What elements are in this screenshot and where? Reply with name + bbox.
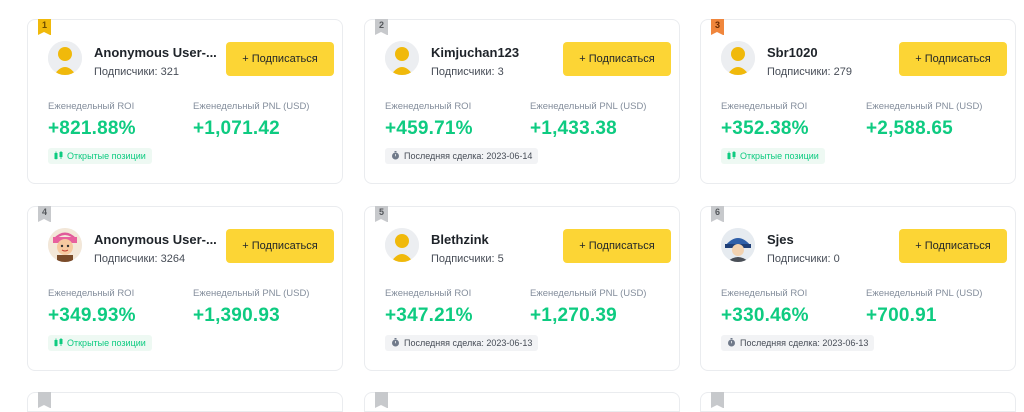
weekly-roi-value: +347.21% [385, 305, 473, 326]
subscribe-button[interactable]: + Подписаться [226, 229, 334, 263]
badge-text: Открытые позиции [67, 151, 146, 161]
weekly-roi-value: +459.71% [385, 118, 473, 139]
weekly-roi-label: Еженедельный ROI [48, 101, 135, 112]
weekly-roi-label: Еженедельный ROI [721, 101, 808, 112]
badge-text: Последняя сделка: 2023-06-13 [404, 338, 533, 348]
last-trade-badge: Последняя сделка: 2023-06-13 [721, 335, 875, 352]
subscribers-count: Подписчики: 0 [767, 253, 840, 265]
weekly-pnl-label: Еженедельный PNL (USD) [530, 288, 647, 299]
trader-card-partial[interactable] [27, 392, 343, 412]
weekly-roi-label: Еженедельный ROI [48, 288, 135, 299]
trader-card-partial[interactable] [700, 392, 1016, 412]
rank-badge: 3 [711, 19, 724, 35]
trader-card[interactable]: 5 Blethzink Подписчики: 5 + Подписаться … [364, 206, 680, 371]
rank-badge: 1 [38, 19, 51, 35]
trader-name[interactable]: Anonymous User-... [94, 232, 217, 247]
last-trade-badge: Последняя сделка: 2023-06-14 [385, 148, 539, 165]
rank-badge: 2 [375, 19, 388, 35]
weekly-roi-value: +349.93% [48, 305, 136, 326]
weekly-roi-label: Еженедельный ROI [385, 101, 472, 112]
rank-badge [38, 392, 51, 408]
rank-badge: 4 [38, 206, 51, 222]
subscribers-count: Подписчики: 3 [431, 66, 504, 78]
weekly-pnl-label: Еженедельный PNL (USD) [193, 288, 310, 299]
trader-name[interactable]: Sjes [767, 232, 794, 247]
rank-badge: 5 [375, 206, 388, 222]
default-avatar-icon [385, 41, 419, 75]
weekly-roi-label: Еженедельный ROI [385, 288, 472, 299]
candles-icon [54, 149, 63, 165]
badge-text: Последняя сделка: 2023-06-14 [404, 151, 533, 161]
rank-badge: 6 [711, 206, 724, 222]
open-positions-badge[interactable]: Открытые позиции [721, 148, 825, 164]
subscribers-count: Подписчики: 279 [767, 66, 852, 78]
subscribe-button[interactable]: + Подписаться [899, 42, 1007, 76]
last-trade-badge: Последняя сделка: 2023-06-13 [385, 335, 539, 352]
subscribe-button[interactable]: + Подписаться [899, 229, 1007, 263]
weekly-roi-label: Еженедельный ROI [721, 288, 808, 299]
weekly-roi-value: +352.38% [721, 118, 809, 139]
trader-card[interactable]: 4 Anonymous User-... Подписчики: 3264 + … [27, 206, 343, 371]
subscribe-button[interactable]: + Подписаться [563, 229, 671, 263]
open-positions-badge[interactable]: Открытые позиции [48, 335, 152, 351]
cartoon-avatar-icon [48, 228, 82, 262]
subscribers-count: Подписчики: 321 [94, 66, 179, 78]
trader-name[interactable]: Anonymous User-... [94, 45, 217, 60]
weekly-pnl-label: Еженедельный PNL (USD) [193, 101, 310, 112]
badge-text: Открытые позиции [740, 151, 819, 161]
trader-name[interactable]: Kimjuchan123 [431, 45, 519, 60]
weekly-pnl-value: +1,390.93 [193, 305, 280, 326]
default-avatar-icon [721, 41, 755, 75]
badge-text: Последняя сделка: 2023-06-13 [740, 338, 869, 348]
candles-icon [54, 336, 63, 352]
trader-card[interactable]: 2 Kimjuchan123 Подписчики: 3 + Подписать… [364, 19, 680, 184]
subscribers-count: Подписчики: 5 [431, 253, 504, 265]
subscribers-count: Подписчики: 3264 [94, 253, 186, 265]
trader-card[interactable]: 3 Sbr1020 Подписчики: 279 + Подписаться … [700, 19, 1016, 184]
trader-card[interactable]: 6 Sjes Подписчики: 0 + Подписаться Ежене… [700, 206, 1016, 371]
trader-name[interactable]: Blethzink [431, 232, 489, 247]
default-avatar-icon [385, 228, 419, 262]
stopwatch-icon [391, 336, 400, 352]
weekly-roi-value: +821.88% [48, 118, 136, 139]
trader-card-partial[interactable] [364, 392, 680, 412]
candles-icon [727, 149, 736, 165]
stopwatch-icon [727, 336, 736, 352]
weekly-pnl-label: Еженедельный PNL (USD) [866, 288, 983, 299]
helmet-avatar-icon [721, 228, 755, 262]
subscribe-button[interactable]: + Подписаться [226, 42, 334, 76]
weekly-pnl-value: +2,588.65 [866, 118, 953, 139]
weekly-pnl-value: +700.91 [866, 305, 937, 326]
trader-name[interactable]: Sbr1020 [767, 45, 818, 60]
subscribe-button[interactable]: + Подписаться [563, 42, 671, 76]
weekly-pnl-label: Еженедельный PNL (USD) [530, 101, 647, 112]
weekly-pnl-value: +1,270.39 [530, 305, 617, 326]
rank-badge [375, 392, 388, 408]
badge-text: Открытые позиции [67, 338, 146, 348]
weekly-pnl-value: +1,433.38 [530, 118, 617, 139]
stopwatch-icon [391, 149, 400, 165]
weekly-roi-value: +330.46% [721, 305, 809, 326]
default-avatar-icon [48, 41, 82, 75]
open-positions-badge[interactable]: Открытые позиции [48, 148, 152, 164]
rank-badge [711, 392, 724, 408]
trader-card[interactable]: 1 Anonymous User-... Подписчики: 321 + П… [27, 19, 343, 184]
weekly-pnl-label: Еженедельный PNL (USD) [866, 101, 983, 112]
weekly-pnl-value: +1,071.42 [193, 118, 280, 139]
